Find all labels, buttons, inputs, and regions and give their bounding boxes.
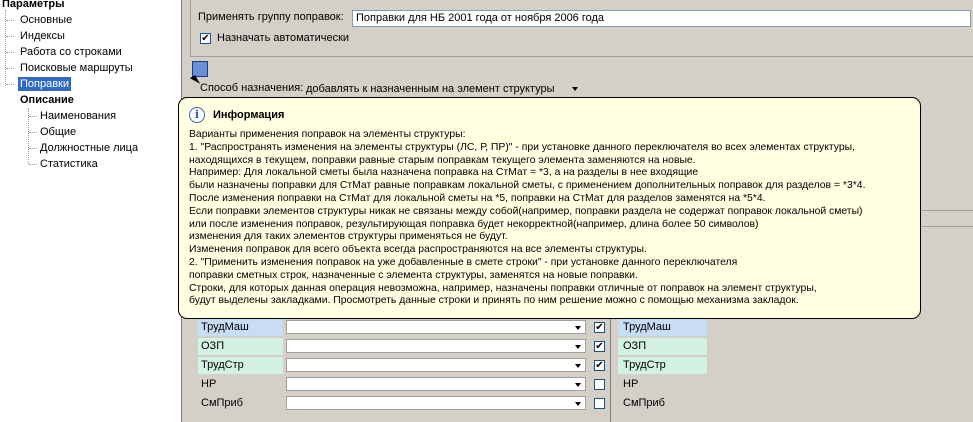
tooltip-line: Например: Для локальной сметы была назна… bbox=[189, 167, 699, 179]
tooltip-line: находящихся в текущем, поправки равные с… bbox=[189, 154, 696, 166]
tooltip-line: После изменения поправки на СтМат для ло… bbox=[189, 192, 766, 204]
method-value: добавлять к назначенным на элемент струк… bbox=[306, 83, 555, 95]
row-value-combo[interactable] bbox=[286, 377, 586, 391]
row-value-combo[interactable] bbox=[286, 396, 586, 410]
list-item: ТрудСтр bbox=[618, 357, 707, 374]
tooltip-line: или после изменения поправок, результиру… bbox=[189, 218, 759, 230]
row-value-combo[interactable] bbox=[286, 358, 586, 372]
check-icon: ✔ bbox=[595, 322, 604, 333]
row-name: ТрудМаш bbox=[198, 319, 283, 336]
corrections-grid-right: ТрудМаш ОЗП ТрудСтр НР СмПриб bbox=[618, 319, 973, 422]
group-settings-box bbox=[190, 0, 973, 57]
dropdown-arrow-icon bbox=[575, 402, 581, 406]
dropdown-arrow-icon bbox=[575, 383, 581, 387]
check-icon: ✔ bbox=[595, 360, 604, 371]
method-label: Способ назначения: bbox=[200, 82, 304, 94]
tree-connector bbox=[29, 132, 37, 133]
tree-item-osnovnye[interactable]: Основные bbox=[20, 13, 72, 27]
tree-connector bbox=[29, 116, 37, 117]
tree-section-description[interactable]: Описание bbox=[20, 93, 74, 107]
row-name: ОЗП bbox=[198, 338, 283, 355]
tree-connector bbox=[6, 36, 14, 37]
tooltip-line: 1. "Распространять изменения на элементы… bbox=[189, 141, 856, 153]
table-row: НР bbox=[194, 376, 608, 393]
row-value-combo[interactable] bbox=[286, 320, 586, 334]
tree-item-statistics[interactable]: Статистика bbox=[40, 157, 98, 171]
list-item: ОЗП bbox=[618, 338, 707, 355]
tree-connector bbox=[29, 148, 37, 149]
tooltip-line: Строки, для которых данная операция нево… bbox=[189, 282, 817, 294]
row-checkbox[interactable]: ✔ bbox=[594, 360, 605, 371]
tooltip-line: Изменения поправок для всего объекта все… bbox=[189, 244, 647, 256]
tree-connector bbox=[6, 52, 14, 53]
row-name: НР bbox=[201, 378, 217, 390]
corrections-grid-left: ТрудМаш ✔ ОЗП ✔ ТрудСтр ✔ НР СмПриб bbox=[194, 319, 608, 422]
tree-item-names[interactable]: Наименования bbox=[40, 109, 116, 123]
table-row: ОЗП ✔ bbox=[194, 338, 608, 355]
tooltip-title: Информация bbox=[213, 109, 285, 121]
dropdown-arrow-icon bbox=[575, 326, 581, 330]
tree-item-general[interactable]: Общие bbox=[40, 125, 76, 139]
tree-connector bbox=[5, 10, 6, 86]
check-icon: ✔ bbox=[201, 33, 210, 44]
tooltip-body: Варианты применения поправок на элементы… bbox=[189, 129, 914, 308]
row-value-combo[interactable] bbox=[286, 339, 586, 353]
tree-root-parameters[interactable]: Параметры bbox=[2, 0, 64, 11]
row-checkbox[interactable]: ✔ bbox=[594, 322, 605, 333]
table-row: ТрудСтр ✔ bbox=[194, 357, 608, 374]
settings-tree: Параметры Основные Индексы Работа со стр… bbox=[0, 0, 182, 422]
tooltip-line: 2. "Применить изменения поправок на уже … bbox=[189, 256, 738, 268]
tooltip-line: Если поправки элементов структуры никак … bbox=[189, 205, 863, 217]
dropdown-arrow-icon bbox=[572, 87, 578, 91]
auto-assign-label: Назначать автоматически bbox=[217, 32, 350, 44]
row-checkbox[interactable]: ✔ bbox=[594, 341, 605, 352]
tree-item-indexes[interactable]: Индексы bbox=[20, 29, 65, 43]
dropdown-arrow-icon bbox=[575, 364, 581, 368]
list-item: ТрудМаш bbox=[618, 319, 707, 336]
tree-item-corrections[interactable]: Поправки bbox=[18, 77, 72, 91]
list-item: НР bbox=[623, 378, 639, 390]
dropdown-arrow-icon bbox=[575, 345, 581, 349]
tree-connector bbox=[6, 68, 14, 69]
list-item: СмПриб bbox=[623, 397, 665, 409]
row-name: ТрудСтр bbox=[198, 357, 283, 374]
method-dropdown[interactable]: добавлять к назначенным на элемент струк… bbox=[306, 82, 578, 97]
tooltip-line: поправки сметных строк, назначенные с эл… bbox=[189, 269, 638, 281]
tree-connector bbox=[29, 164, 37, 165]
table-row: ТрудМаш ✔ bbox=[194, 319, 608, 336]
tree-connector bbox=[6, 84, 14, 85]
tree-item-search-routes[interactable]: Поисковые маршруты bbox=[20, 61, 133, 75]
row-name: СмПриб bbox=[201, 397, 243, 409]
tooltip-line: изменения для таких элементов структуры … bbox=[189, 231, 508, 243]
table-row: СмПриб bbox=[194, 395, 608, 412]
grid-separator bbox=[610, 319, 611, 422]
tree-item-rows[interactable]: Работа со строками bbox=[20, 45, 122, 59]
tree-item-officials[interactable]: Должностные лица bbox=[40, 141, 138, 155]
info-tooltip: i Информация Варианты применения поправо… bbox=[178, 97, 921, 319]
group-value-field[interactable]: Поправки для НБ 2001 года от ноября 2006… bbox=[352, 10, 971, 27]
tree-connector bbox=[6, 20, 14, 21]
info-icon: i bbox=[189, 107, 205, 123]
row-checkbox[interactable] bbox=[594, 398, 605, 409]
tooltip-line: будут выделены закладками. Просмотреть д… bbox=[189, 295, 799, 307]
tooltip-line: Варианты применения поправок на элементы… bbox=[189, 129, 466, 140]
group-label: Применять группу поправок: bbox=[198, 11, 344, 23]
row-checkbox[interactable] bbox=[594, 379, 605, 390]
check-icon: ✔ bbox=[595, 341, 604, 352]
tooltip-line: были назначены поправки для СтМат равные… bbox=[189, 180, 866, 192]
auto-assign-checkbox[interactable]: ✔ bbox=[200, 33, 211, 44]
